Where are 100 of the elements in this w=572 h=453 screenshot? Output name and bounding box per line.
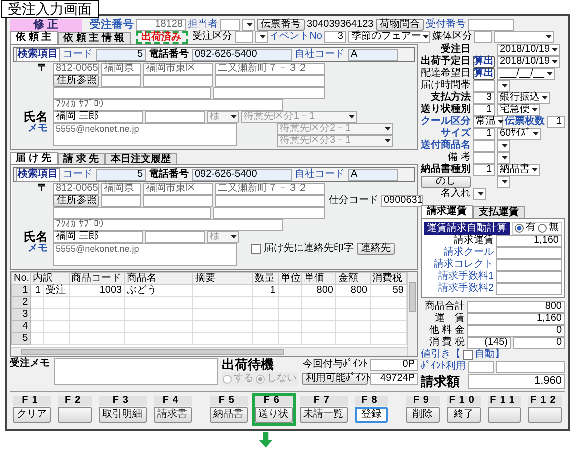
text-field[interactable]: 49724P xyxy=(370,373,418,385)
text-field[interactable]: 1,960 xyxy=(468,374,565,389)
text-field[interactable]: 福岡 三郎 xyxy=(53,231,143,243)
text-field[interactable]: 1 xyxy=(473,164,495,176)
text-field[interactable]: 092-626-5400 xyxy=(192,48,292,60)
text-field[interactable]: 5 xyxy=(96,168,146,180)
field-label: ﾎﾟｲﾝﾄ利用 xyxy=(421,361,466,373)
text-field[interactable]: 二又瀬新町７－３２ xyxy=(215,63,325,75)
key-label: F6 xyxy=(254,396,293,406)
function-key-button[interactable]: 削除 xyxy=(406,407,440,423)
text-field[interactable]: 福岡市東区 xyxy=(143,63,213,75)
text-field[interactable]: 5555@nekonet.ne.jp xyxy=(53,243,237,266)
tab[interactable]: 依 頼 主 xyxy=(10,30,58,44)
tracking-button[interactable]: 荷物問合 xyxy=(376,19,424,31)
text-field[interactable]: 5 xyxy=(96,48,146,60)
text-field[interactable]: 800 xyxy=(467,301,565,313)
text-field[interactable]: 福岡市東区 xyxy=(143,183,213,195)
dropdown[interactable]: 季節のフェアー xyxy=(348,31,430,43)
text-field[interactable]: 二又瀬新町７－３２ xyxy=(215,183,325,195)
table-cell: 800 xyxy=(302,284,336,296)
key-label: F5 xyxy=(210,396,248,406)
text-field[interactable]: 812-0065 xyxy=(53,183,99,195)
table-cell: 1 xyxy=(252,284,278,296)
address-lookup-button[interactable]: 住所参照 xyxy=(53,75,99,87)
noshi-button[interactable]: のし xyxy=(421,176,471,188)
text-field[interactable]: 0P xyxy=(370,359,418,371)
text-field[interactable]: 3 xyxy=(473,92,495,104)
field-label: 配達希望日 xyxy=(421,68,471,80)
function-key-button[interactable]: 登録 xyxy=(354,407,388,423)
tab[interactable]: 届 け 先 xyxy=(10,152,58,165)
text-field[interactable]: 0 xyxy=(513,337,565,349)
function-key-button[interactable]: 終了 xyxy=(447,407,481,423)
tab[interactable]: 本日注文履歴 xyxy=(105,153,178,165)
dropdown[interactable]: 2018/10/19 xyxy=(497,44,560,56)
text-field[interactable]: 812-0065 xyxy=(53,63,99,75)
text-field[interactable]: 福岡県 xyxy=(101,183,141,195)
key-label: F2 xyxy=(58,396,92,406)
field-label: 他 料 金 xyxy=(428,325,465,336)
field-label: 請求クール xyxy=(443,247,494,258)
dropdown[interactable]: 常温 xyxy=(473,116,503,128)
text-field[interactable]: 福岡 三郎 xyxy=(53,111,143,123)
text-field[interactable]: 0 xyxy=(467,325,565,337)
field-label: メモ xyxy=(27,123,49,135)
column-header: 商品コード xyxy=(69,272,125,284)
tab[interactable]: 請 求 先 xyxy=(58,153,106,165)
function-key-button[interactable]: 未請一覧 xyxy=(300,407,348,423)
radio-label: 無 xyxy=(549,222,559,234)
contact-button[interactable]: 連絡先 xyxy=(357,243,395,255)
field-label: 送付商品名 xyxy=(421,140,471,152)
function-key-button[interactable]: 請求書 xyxy=(154,407,192,423)
column-header: 単位 xyxy=(278,272,302,284)
radio-label: しない xyxy=(267,373,297,385)
key-label: F11 xyxy=(488,396,522,406)
dropdown[interactable]: 宅急便 xyxy=(497,104,540,116)
text-field[interactable]: 1 xyxy=(473,128,495,140)
slip-number-button[interactable]: 伝票番号 xyxy=(257,19,305,31)
calculate-button[interactable]: 算出 xyxy=(473,68,495,80)
available-points-button[interactable]: 利用可能ﾎﾟｲﾝﾄ xyxy=(302,373,368,385)
dropdown[interactable]: 60ｻｲｽﾞ xyxy=(497,128,542,140)
key-label: F1 xyxy=(13,396,51,406)
text-field[interactable]: 1,160 xyxy=(467,313,565,325)
text-field[interactable]: 1,160 xyxy=(496,235,562,247)
field-label: 電話番号 xyxy=(149,48,189,60)
text-field[interactable]: 0900631 xyxy=(381,195,423,207)
slip-number: 304039364123 xyxy=(307,19,374,30)
text-field[interactable]: ﾌｸｵｶ ｻﾌﾞﾛｳ xyxy=(53,99,283,111)
field-label: 自社コード xyxy=(295,48,345,60)
text-field[interactable]: 1 xyxy=(547,116,565,128)
text-field[interactable]: 092-626-5400 xyxy=(192,168,292,180)
dropdown[interactable]: ___/__/__ xyxy=(497,68,554,80)
text-field[interactable]: 5555@nekonet.ne.jp xyxy=(53,123,237,146)
key-label: F3 xyxy=(98,396,147,406)
tab[interactable]: 依 頼 主 情 報 xyxy=(58,32,131,44)
field-label: 受付番号 xyxy=(426,19,466,31)
section-title: 出荷待機 xyxy=(222,358,275,372)
text-field[interactable]: 3 xyxy=(324,31,346,43)
function-key-button[interactable]: 取引明細 xyxy=(98,407,147,423)
key-label: F10 xyxy=(447,396,481,406)
dropdown[interactable]: 納品書 xyxy=(497,164,540,176)
text-field[interactable]: (145) xyxy=(467,337,511,349)
dropdown[interactable]: 2018/10/19 xyxy=(497,56,560,68)
row-number: 5 xyxy=(12,332,31,344)
key-label: F4 xyxy=(154,396,192,406)
text-field[interactable]: 福岡県 xyxy=(101,63,141,75)
tab[interactable]: 支払運賃 xyxy=(473,206,525,218)
text-field[interactable]: 1 xyxy=(473,104,495,116)
tab[interactable]: 請求運賃 xyxy=(421,205,473,218)
text-field[interactable]: A xyxy=(348,48,398,60)
column-header: 摘要 xyxy=(192,272,253,284)
text-field[interactable]: A xyxy=(348,168,398,180)
address-lookup-button[interactable]: 住所参照 xyxy=(53,195,99,207)
calculate-button[interactable]: 算出 xyxy=(473,56,495,68)
function-key-button[interactable]: クリア xyxy=(13,407,51,423)
function-key-button[interactable]: 納品書 xyxy=(210,407,248,423)
dropdown[interactable]: 銀行振込 xyxy=(497,92,550,104)
function-key-button[interactable]: 送り状 xyxy=(254,407,293,423)
text-field[interactable]: ﾌｸｵｶ ｻﾌﾞﾛｳ xyxy=(53,219,283,231)
field-label: 自社コード xyxy=(295,168,345,180)
text-field[interactable]: 18128 xyxy=(136,19,186,31)
field-label: コード xyxy=(63,48,93,60)
